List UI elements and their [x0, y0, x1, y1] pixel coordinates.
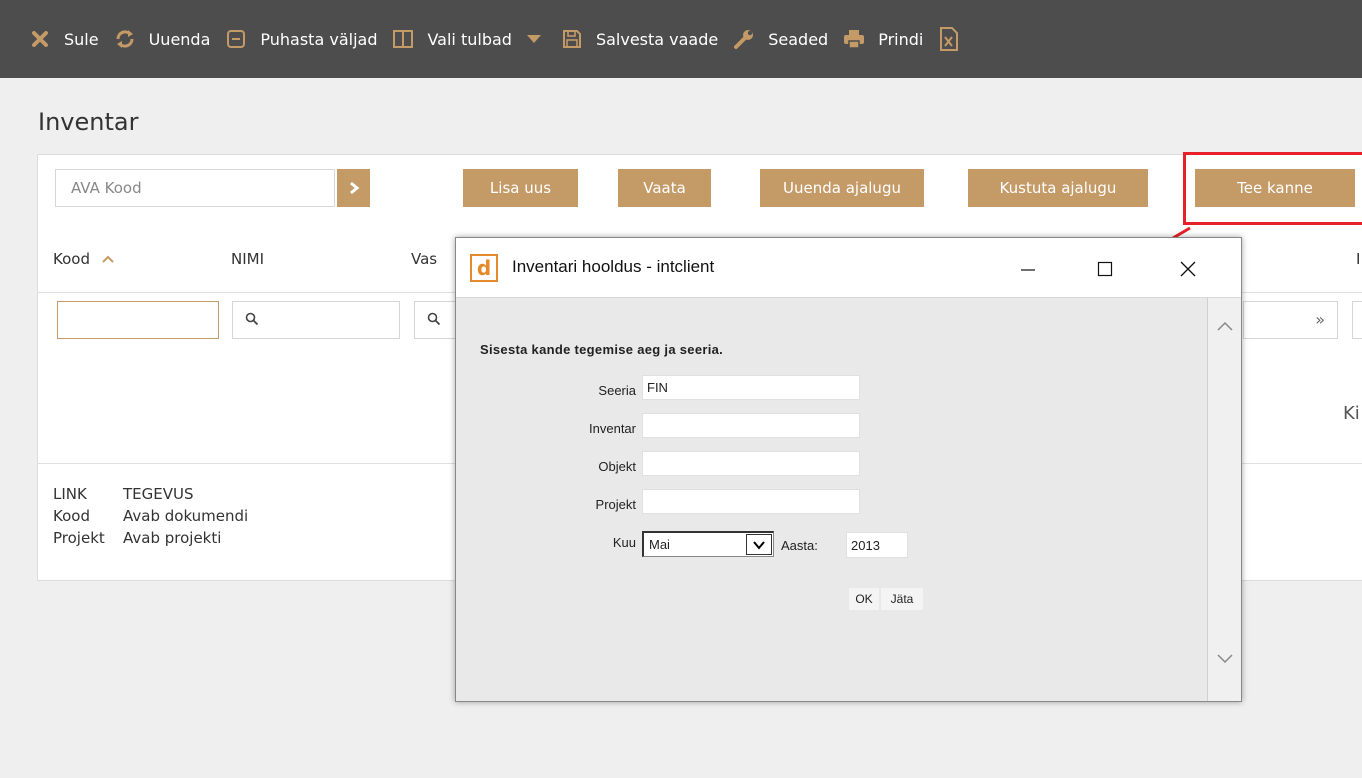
window-close-button[interactable] — [1171, 252, 1205, 286]
dialog-body: Sisesta kande tegemise aeg ja seeria. Se… — [456, 298, 1241, 701]
dialog-scrollbar[interactable] — [1207, 298, 1241, 701]
objekt-label: Objekt — [598, 459, 636, 474]
objekt-field[interactable] — [642, 451, 860, 476]
ok-button[interactable]: OK — [849, 588, 879, 610]
dialog-titlebar[interactable]: d Inventari hooldus - intclient — [456, 238, 1241, 298]
dialog-title: Inventari hooldus - intclient — [512, 257, 715, 276]
minimize-button[interactable] — [1011, 252, 1045, 286]
aasta-label: Aasta: — [781, 538, 818, 553]
minimize-icon — [1021, 269, 1035, 271]
seeria-label: Seeria — [598, 383, 636, 398]
month-select-value: Mai — [649, 537, 670, 552]
year-field[interactable]: 2013 — [846, 532, 908, 558]
cancel-button[interactable]: Jäta — [881, 588, 923, 610]
close-icon — [1180, 261, 1196, 277]
projekt-label: Projekt — [595, 497, 636, 512]
scroll-up-icon — [1217, 321, 1233, 331]
scroll-down-icon — [1217, 654, 1233, 664]
chevron-down-icon[interactable] — [746, 534, 772, 555]
dialog-instruction: Sisesta kande tegemise aeg ja seeria. — [480, 342, 724, 357]
inventar-field[interactable] — [642, 413, 860, 438]
inventar-label: Inventar — [589, 421, 636, 436]
kuu-label: Kuu — [612, 535, 636, 550]
projekt-field[interactable] — [642, 489, 860, 514]
seeria-field[interactable]: FIN — [642, 375, 860, 400]
month-select[interactable]: Mai — [642, 531, 774, 557]
app-logo-icon: d — [470, 254, 498, 282]
inventory-maintenance-dialog: d Inventari hooldus - intclient Sisesta … — [455, 237, 1242, 702]
maximize-button[interactable] — [1088, 252, 1122, 286]
maximize-icon — [1097, 261, 1113, 277]
